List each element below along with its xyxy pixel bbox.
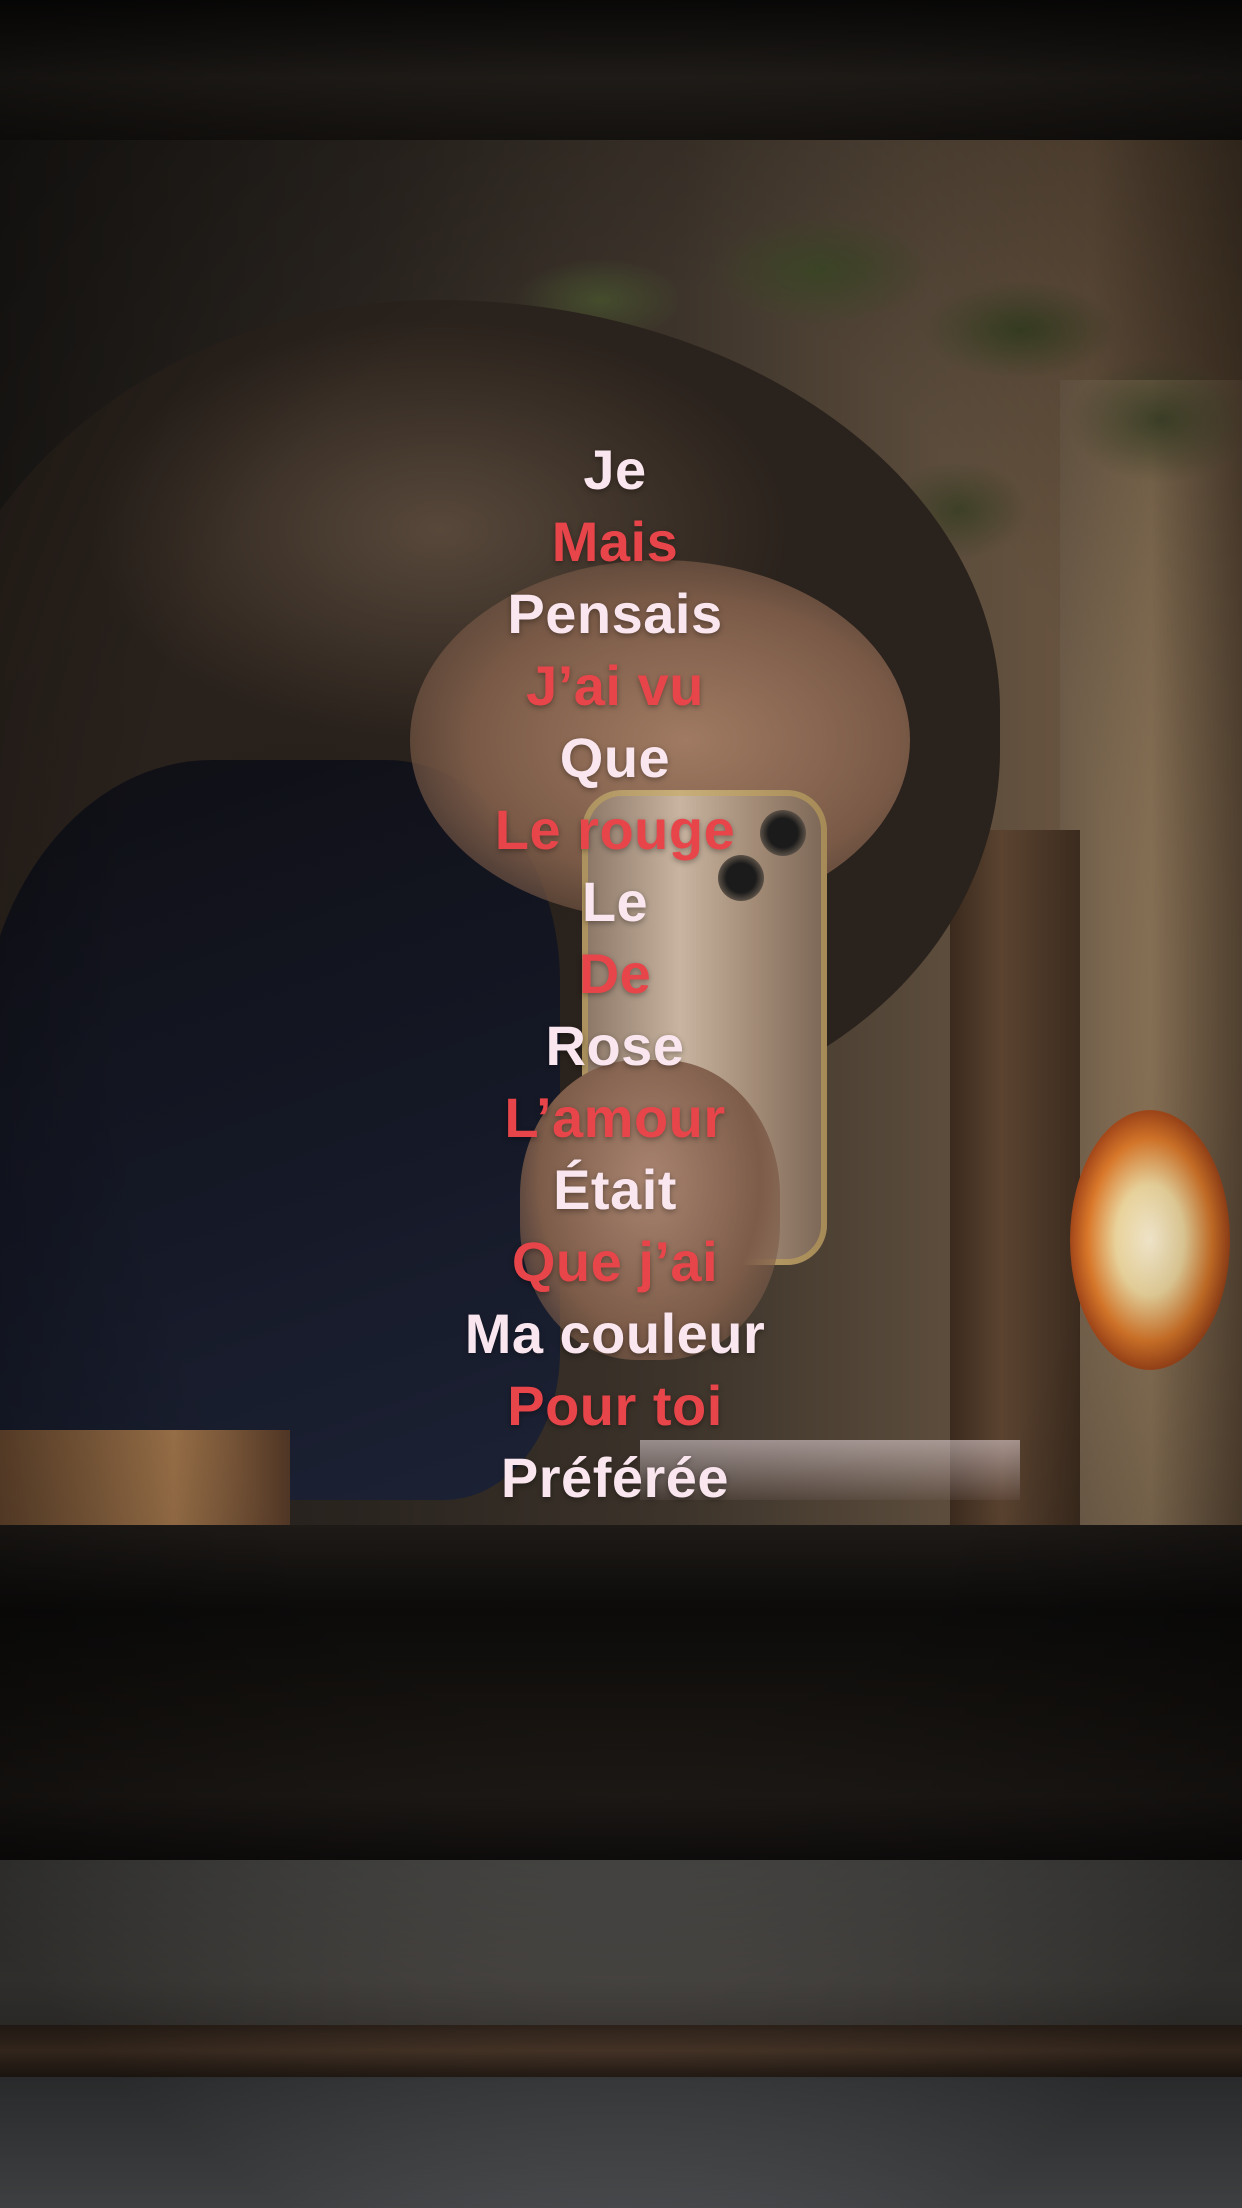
lyric-line: J’ai vu <box>526 654 704 717</box>
lyric-line: Pensais <box>507 582 723 645</box>
lyric-line: Ma couleur <box>464 1302 766 1365</box>
lyric-line: Le <box>581 870 649 933</box>
lyric-line: Pour toi <box>507 1374 723 1437</box>
lyric-line: Mais <box>551 510 679 573</box>
lyric-line: Préférée <box>500 1446 730 1509</box>
lyric-line: Que <box>559 726 671 789</box>
lyric-line: Que j’ai <box>511 1230 719 1293</box>
lyric-line: Était <box>553 1158 677 1221</box>
lyrics-overlay: Je Mais Pensais J’ai vu Que Le rouge Le … <box>0 434 1230 1514</box>
lyric-line: Je <box>583 438 647 501</box>
mirror-selfie-scene: Je Mais Pensais J’ai vu Que Le rouge Le … <box>0 0 1242 2208</box>
lyric-line: Le rouge <box>494 798 736 861</box>
lyric-line: L’amour <box>504 1086 726 1149</box>
lyric-line: Rose <box>545 1014 685 1077</box>
lyric-line: De <box>578 942 652 1005</box>
